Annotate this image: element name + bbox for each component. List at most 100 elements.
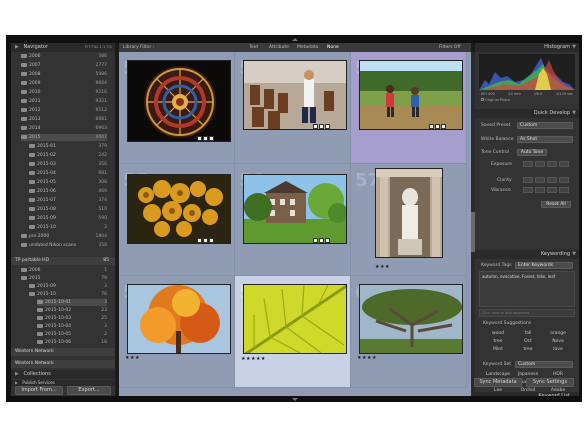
folder-item[interactable]: 2015-09 3 <box>29 283 107 290</box>
keyword-suggestion[interactable]: wood <box>485 330 511 337</box>
grid-cell-selected[interactable]: 56 <box>351 52 467 164</box>
folder-item[interactable]: 2015-10-02 23 <box>37 307 107 314</box>
folder-item[interactable]: 2015-04 981 <box>29 170 107 177</box>
grid-cell-active[interactable]: 59 ★★★★★ <box>235 276 351 388</box>
keyword-suggestion[interactable]: Mint <box>485 346 511 353</box>
export-button[interactable]: Export... <box>67 386 111 395</box>
keyword-set-dropdown[interactable]: Custom <box>515 361 573 368</box>
top-panel-toggle-icon[interactable] <box>292 38 298 41</box>
vibrance-decrease[interactable] <box>535 187 545 193</box>
right-panel-strip[interactable] <box>579 43 581 396</box>
import-button[interactable]: Import From... <box>15 386 63 395</box>
photo-thumbnail[interactable] <box>359 60 463 130</box>
keyword-suggestion[interactable]: Oct <box>515 338 541 345</box>
keyword-suggestion[interactable]: tree <box>515 346 541 353</box>
original-photo-toggle[interactable]: Original Photo <box>481 98 510 102</box>
photo-thumbnail[interactable] <box>243 60 347 130</box>
folder-item[interactable]: 2015-10 76 <box>29 291 107 298</box>
folder-item[interactable]: 2015-08 510 <box>29 206 107 213</box>
vibrance-increase[interactable] <box>547 187 557 193</box>
sync-metadata-button[interactable]: Sync Metadata <box>474 378 522 387</box>
folder-item[interactable]: 2006 386 <box>21 53 107 60</box>
folder-item[interactable]: 2010 9216 <box>21 89 107 96</box>
add-keywords-field[interactable]: Click here to add keywords <box>479 309 575 317</box>
grid-cell[interactable]: 54 <box>119 52 235 164</box>
photo-thumbnail[interactable] <box>243 284 347 354</box>
exposure-increase[interactable] <box>547 161 557 167</box>
navigator-header[interactable]: ▶ Navigator FIT FILL 1:1 3:1 <box>11 43 115 52</box>
white-balance-dropdown[interactable]: As Shot <box>517 136 573 143</box>
exposure-increase-big[interactable] <box>559 161 569 167</box>
keyword-suggestion[interactable]: fall <box>515 330 541 337</box>
folder-item[interactable]: 2015 79 <box>21 275 107 282</box>
network-volume-2[interactable]: Western Network <box>11 360 115 368</box>
vibrance-increase-big[interactable] <box>559 187 569 193</box>
folder-item[interactable]: 2015-05 308 <box>29 179 107 186</box>
folder-item[interactable]: 2008 5986 <box>21 71 107 78</box>
star-rating[interactable]: ★★★ <box>125 355 140 361</box>
grid-cell[interactable]: 60 ★★★★ <box>351 276 467 388</box>
keyword-tags-dropdown[interactable]: Enter Keywords <box>515 262 573 269</box>
photo-thumbnail[interactable] <box>127 174 231 244</box>
bottom-panel-toggle-icon[interactable] <box>292 398 298 401</box>
folder-item[interactable]: 2015-10 3 <box>29 224 107 231</box>
folder-item[interactable]: 2015-02 242 <box>29 152 107 159</box>
histogram-header[interactable]: Histogram ▼ <box>475 43 579 52</box>
keyword-suggestion[interactable]: orange <box>545 330 571 337</box>
sync-settings-button[interactable]: Sync Settings <box>526 378 574 387</box>
reset-all-button[interactable]: Reset All <box>541 201 571 208</box>
photo-thumbnail[interactable] <box>375 168 443 258</box>
navigator-zoom-options[interactable]: FIT FILL 1:1 3:1 <box>85 43 112 52</box>
volume-header[interactable]: TP portable HD 85 <box>11 257 115 265</box>
folder-item[interactable]: 2015-10-05 2 <box>37 331 107 338</box>
folder-item[interactable]: 2015-10-04 3 <box>37 323 107 330</box>
folder-item[interactable]: undated Nikon scans 358 <box>21 242 107 249</box>
star-rating[interactable]: ★★★★ <box>357 355 377 361</box>
keyword-set-item[interactable]: Japanese <box>515 371 541 378</box>
folder-item[interactable]: 2012 9512 <box>21 107 107 114</box>
photo-thumbnail[interactable] <box>127 60 231 142</box>
histogram[interactable] <box>479 54 575 90</box>
photo-thumbnail[interactable] <box>359 284 463 354</box>
star-rating[interactable]: ★★★★★ <box>241 356 266 362</box>
filter-none[interactable]: None <box>327 43 339 52</box>
folder-item[interactable]: 2015-10-03 25 <box>37 315 107 322</box>
keyword-suggestion[interactable]: tree <box>485 338 511 345</box>
grid-cell[interactable]: 55 <box>119 164 235 276</box>
collections-header[interactable]: ▶ Collections <box>11 370 115 379</box>
folder-item[interactable]: 2015-06 469 <box>29 188 107 195</box>
top-panel-strip[interactable] <box>7 36 581 43</box>
grid-cell[interactable]: 57 ★★★ <box>351 164 467 276</box>
exposure-decrease[interactable] <box>535 161 545 167</box>
folder-item[interactable]: 2009 9664 <box>21 80 107 87</box>
exposure-decrease-big[interactable] <box>523 161 533 167</box>
folder-item[interactable]: 2015-07 374 <box>29 197 107 204</box>
grid-cell[interactable]: 58 ★★★ <box>119 276 235 388</box>
folder-item[interactable]: 2015-10-01 3 <box>37 299 107 306</box>
keyword-set-item[interactable]: HDR <box>545 371 571 378</box>
folder-item[interactable]: 2015-03 356 <box>29 161 107 168</box>
folder-item[interactable]: 2006 1 <box>21 267 107 274</box>
folder-item[interactable]: 2015-09 590 <box>29 215 107 222</box>
filter-metadata[interactable]: Metadata <box>297 43 318 52</box>
auto-tone-button[interactable]: Auto Tone <box>517 149 547 156</box>
folder-item[interactable]: 2014 6963 <box>21 125 107 132</box>
bottom-panel-strip[interactable] <box>7 396 581 401</box>
keywording-header[interactable]: Keywording ▼ <box>475 250 579 259</box>
grid-cell[interactable]: 56 <box>235 164 351 276</box>
vibrance-decrease-big[interactable] <box>523 187 533 193</box>
folder-item[interactable]: 2015-01 379 <box>29 143 107 150</box>
clarity-decrease[interactable] <box>535 177 545 183</box>
folder-item[interactable]: pre 2000 1804 <box>21 233 107 240</box>
grid-cell[interactable]: 55 <box>235 52 351 164</box>
clarity-increase[interactable] <box>547 177 557 183</box>
saved-preset-dropdown[interactable]: Custom <box>517 122 573 129</box>
keyword-suggestion[interactable]: love <box>545 346 571 353</box>
photo-thumbnail[interactable] <box>243 174 347 244</box>
clarity-decrease-big[interactable] <box>523 177 533 183</box>
keyword-set-item[interactable]: Landscape <box>485 371 511 378</box>
clarity-increase-big[interactable] <box>559 177 569 183</box>
star-rating[interactable]: ★★★ <box>375 264 390 270</box>
folder-item[interactable]: 2015 4007 <box>21 134 107 141</box>
network-volume-1[interactable]: Western Network <box>11 348 115 356</box>
